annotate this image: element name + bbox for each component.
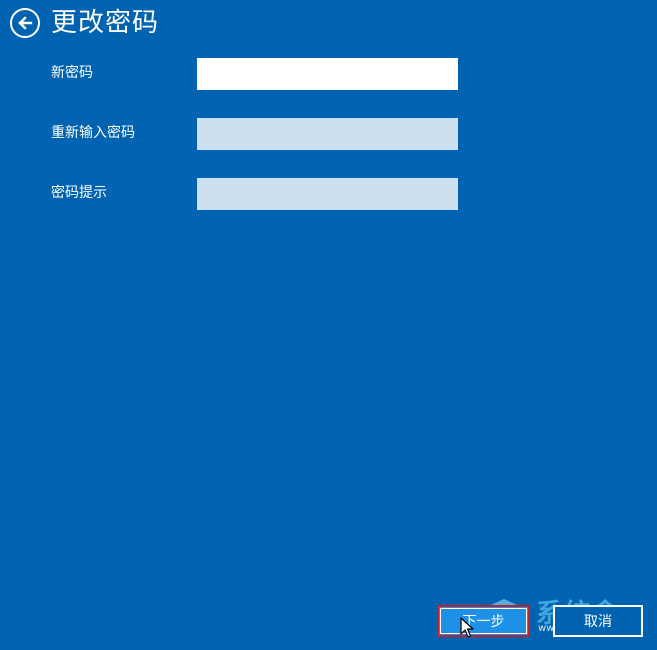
next-button[interactable]: 下一步 bbox=[437, 605, 530, 637]
password-hint-input[interactable] bbox=[197, 178, 458, 210]
new-password-input[interactable] bbox=[197, 58, 458, 90]
cancel-button-label: 取消 bbox=[584, 614, 612, 630]
new-password-label: 新密码 bbox=[51, 65, 93, 81]
back-button[interactable] bbox=[10, 8, 40, 38]
reenter-password-label: 重新输入密码 bbox=[51, 125, 135, 141]
reenter-password-input[interactable] bbox=[197, 118, 458, 150]
page-title: 更改密码 bbox=[51, 8, 160, 38]
next-button-label: 下一步 bbox=[462, 614, 505, 630]
password-hint-label: 密码提示 bbox=[51, 185, 107, 201]
cancel-button[interactable]: 取消 bbox=[553, 605, 643, 637]
header: 更改密码 bbox=[10, 6, 159, 40]
back-arrow-icon bbox=[18, 16, 33, 30]
